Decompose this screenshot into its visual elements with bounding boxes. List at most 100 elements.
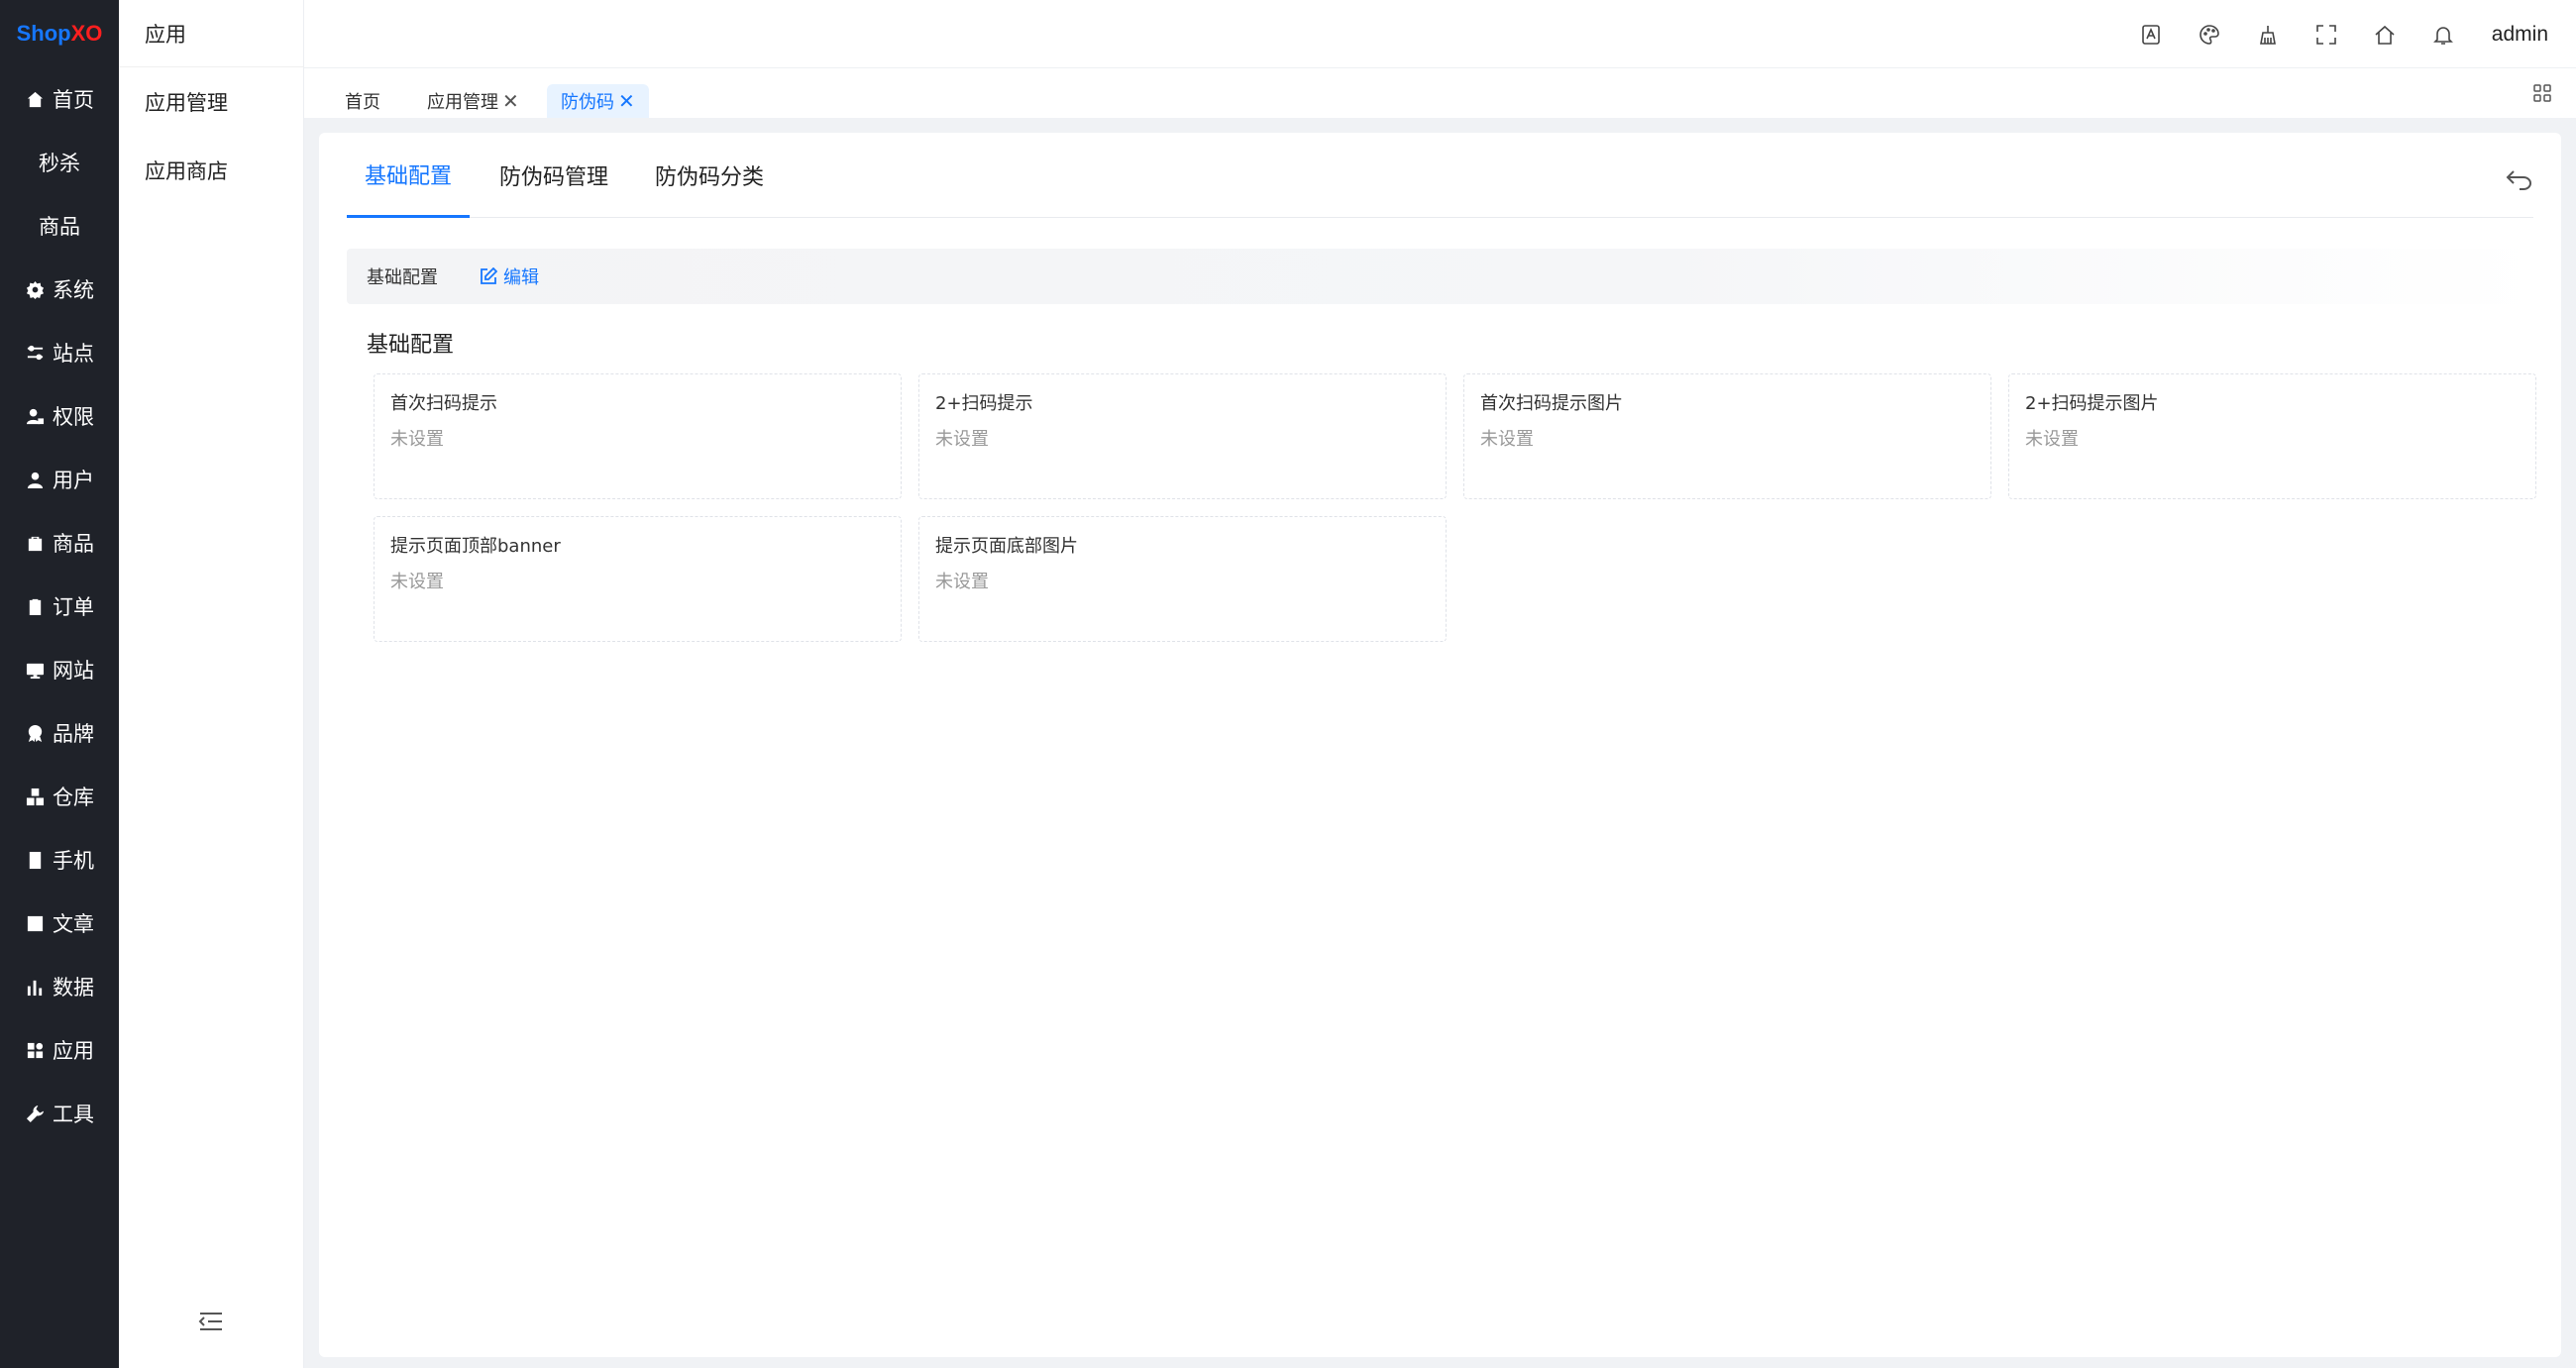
rail-item-label: 品牌: [53, 722, 94, 746]
field-value: 未设置: [390, 572, 444, 592]
bag-icon: [25, 533, 45, 553]
rail-item-label: 权限: [53, 405, 94, 429]
field-card: 提示页面底部图片 未设置: [918, 516, 1447, 642]
content-panel: 基础配置 防伪码管理 防伪码分类 基础配置 编辑 基础配置 首次扫码提示 未设置…: [319, 133, 2561, 1357]
rail-item-warehouse[interactable]: 仓库: [0, 765, 119, 828]
monitor-icon: [25, 660, 45, 680]
edit-button[interactable]: 编辑: [480, 263, 539, 289]
field-card: 首次扫码提示图片 未设置: [1463, 373, 1991, 499]
field-card: 首次扫码提示 未设置: [374, 373, 902, 499]
tab-code-manage[interactable]: 防伪码管理: [499, 133, 608, 218]
rail-item-label: 站点: [53, 342, 94, 366]
rail-item-label: 手机: [53, 849, 94, 873]
rail-item-permission[interactable]: 权限: [0, 384, 119, 448]
field-label: 首次扫码提示: [390, 393, 497, 414]
phone-icon: [25, 850, 45, 870]
rail-item-user[interactable]: 用户: [0, 448, 119, 511]
fullscreen-icon[interactable]: [2313, 22, 2339, 48]
rail-item-seckill[interactable]: 秒杀: [0, 131, 119, 194]
field-value: 未设置: [390, 429, 444, 450]
shopxo-logo[interactable]: Shop XO: [0, 0, 119, 67]
config-fields: 首次扫码提示 未设置 2+扫码提示 未设置 首次扫码提示图片 未设置 2+扫码提…: [374, 373, 2536, 642]
field-label: 首次扫码提示图片: [1480, 393, 1623, 414]
translate-icon[interactable]: [2138, 22, 2164, 48]
rail-item-label: 数据: [53, 976, 94, 1000]
section-bar-title: 基础配置: [367, 267, 438, 288]
clear-cache-icon[interactable]: [2255, 22, 2281, 48]
sliders-icon: [25, 343, 45, 363]
back-icon[interactable]: [2506, 168, 2533, 190]
subnav-title: 应用: [119, 0, 303, 67]
subnav-item-app-manage[interactable]: 应用管理: [119, 67, 303, 136]
close-icon[interactable]: ✕: [502, 89, 519, 113]
bar-chart-icon: [25, 977, 45, 997]
palette-icon[interactable]: [2197, 22, 2222, 48]
apps-icon: [25, 1040, 45, 1060]
field-card: 提示页面顶部banner 未设置: [374, 516, 902, 642]
group-title: 基础配置: [367, 333, 455, 358]
tab-code-category[interactable]: 防伪码分类: [655, 133, 764, 218]
rail-item-label: 文章: [53, 912, 94, 936]
rail-item-tools[interactable]: 工具: [0, 1082, 119, 1145]
page-tab-anti-fake[interactable]: 防伪码 ✕: [547, 84, 649, 118]
rail-item-label: 订单: [53, 595, 94, 619]
user-icon: [25, 470, 45, 489]
home-icon[interactable]: [2372, 22, 2398, 48]
rail-item-mobile[interactable]: 手机: [0, 828, 119, 892]
field-label: 2+扫码提示图片: [2025, 393, 2159, 414]
rail-item-label: 商品: [39, 215, 80, 239]
section-bar: 基础配置 编辑: [347, 249, 2540, 304]
gear-icon: [25, 279, 45, 299]
tabs-menu-icon[interactable]: [2532, 83, 2552, 103]
field-value: 未设置: [935, 429, 989, 450]
rail-item-brand[interactable]: 品牌: [0, 701, 119, 765]
rail-item-goods-plain[interactable]: 商品: [0, 194, 119, 258]
field-label: 提示页面底部图片: [935, 536, 1078, 557]
field-label: 2+扫码提示: [935, 393, 1033, 414]
main-sidebar: Shop XO 首页 秒杀 商品 系统 站点 权限 用户 商品 订单 网站 品牌…: [0, 0, 119, 1368]
rail-item-label: 秒杀: [39, 152, 80, 175]
user-menu[interactable]: admin: [2492, 23, 2548, 47]
rail-item-label: 系统: [53, 278, 94, 302]
field-value: 未设置: [2025, 429, 2079, 450]
rail-item-label: 工具: [53, 1103, 94, 1126]
field-card: 2+扫码提示 未设置: [918, 373, 1447, 499]
secondary-sidebar: 应用 应用管理 应用商店: [119, 0, 304, 1368]
page-tab-home[interactable]: 首页: [331, 84, 394, 118]
rail-item-article[interactable]: 文章: [0, 892, 119, 955]
close-icon[interactable]: ✕: [618, 89, 635, 113]
rail-item-label: 商品: [53, 532, 94, 556]
rail-item-system[interactable]: 系统: [0, 258, 119, 321]
field-value: 未设置: [1480, 429, 1534, 450]
field-label: 提示页面顶部banner: [390, 536, 561, 557]
rail-item-goods[interactable]: 商品: [0, 511, 119, 575]
boxes-icon: [25, 787, 45, 806]
rail-item-site[interactable]: 站点: [0, 321, 119, 384]
page-tab-app-manage[interactable]: 应用管理 ✕: [413, 84, 533, 118]
top-header: admin: [304, 0, 2576, 68]
award-icon: [25, 723, 45, 743]
rail-item-label: 首页: [53, 88, 94, 112]
subnav-item-app-store[interactable]: 应用商店: [119, 136, 303, 204]
rail-item-label: 应用: [53, 1039, 94, 1063]
field-card: 2+扫码提示图片 未设置: [2008, 373, 2536, 499]
content-tabs: 基础配置 防伪码管理 防伪码分类: [347, 133, 2533, 218]
home-icon: [25, 89, 45, 109]
rail-item-data[interactable]: 数据: [0, 955, 119, 1018]
tab-basic-config[interactable]: 基础配置: [347, 133, 471, 218]
edit-icon: [481, 267, 497, 284]
rail-item-home[interactable]: 首页: [0, 67, 119, 131]
clipboard-icon: [25, 596, 45, 616]
rail-item-order[interactable]: 订单: [0, 575, 119, 638]
rail-item-website[interactable]: 网站: [0, 638, 119, 701]
page-tabs-bar: 首页 应用管理 ✕ 防伪码 ✕: [304, 68, 2576, 118]
collapse-menu-icon[interactable]: [198, 1311, 224, 1332]
rail-item-label: 用户: [53, 469, 94, 492]
field-value: 未设置: [935, 572, 989, 592]
wrench-icon: [25, 1104, 45, 1123]
user-lock-icon: [25, 406, 45, 426]
rail-item-apps[interactable]: 应用: [0, 1018, 119, 1082]
bell-icon[interactable]: [2430, 22, 2456, 48]
article-icon: [25, 913, 45, 933]
rail-item-label: 网站: [53, 659, 94, 683]
